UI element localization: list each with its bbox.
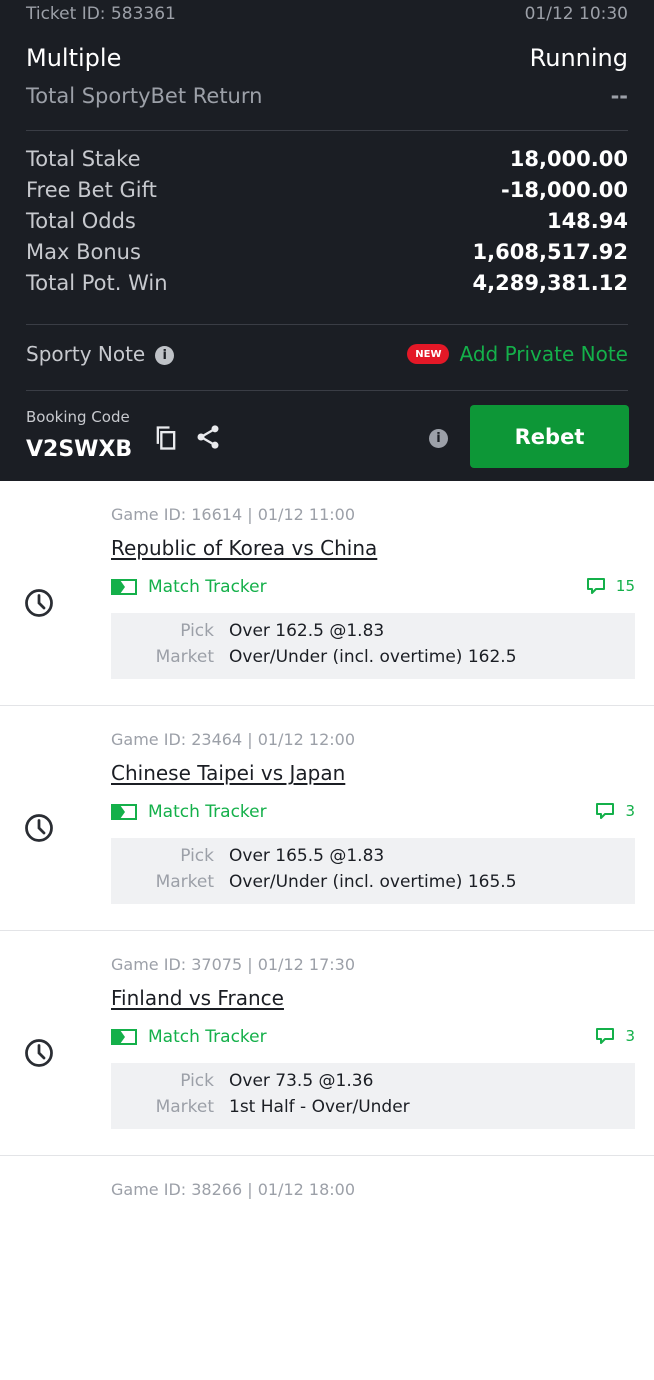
sporty-note-label: Sporty Note <box>26 342 146 366</box>
clock-icon <box>25 814 53 842</box>
summary-label: Free Bet Gift <box>26 178 157 202</box>
comments-button[interactable]: 15 <box>586 577 635 595</box>
pick-label: Pick <box>180 621 214 641</box>
market-label: Market <box>155 1097 214 1117</box>
summary-value: 148.94 <box>546 209 628 233</box>
game-card: Game ID: 38266 | 01/12 18:00 <box>0 1156 654 1380</box>
ticket-datetime: 01/12 10:30 <box>524 4 628 24</box>
game-name-link[interactable]: Chinese Taipei vs Japan <box>111 761 345 785</box>
divider <box>26 390 628 391</box>
sporty-note-title: Sporty Note i <box>26 342 175 366</box>
match-tracker-button[interactable]: Match Tracker <box>111 577 267 597</box>
comment-icon <box>586 578 605 594</box>
match-tracker-icon <box>111 579 137 595</box>
clock-icon <box>25 589 53 617</box>
summary-row: Free Bet Gift -18,000.00 <box>26 178 628 202</box>
pick-box: Pick Over 165.5 @1.83 Market Over/Under … <box>111 838 635 904</box>
market-label: Market <box>155 872 214 892</box>
return-value: -- <box>610 84 628 108</box>
pick-value: Over 165.5 @1.83 <box>229 846 385 866</box>
comment-count: 3 <box>625 802 635 820</box>
divider <box>26 324 628 325</box>
pick-box: Pick Over 73.5 @1.36 Market 1st Half - O… <box>111 1063 635 1129</box>
pick-label: Pick <box>180 1071 214 1091</box>
summary-row: Total Stake 18,000.00 <box>26 147 628 171</box>
comment-count: 15 <box>615 577 635 595</box>
comment-icon <box>596 803 615 819</box>
rebet-button[interactable]: Rebet <box>470 405 629 468</box>
pick-value: Over 73.5 @1.36 <box>229 1071 374 1091</box>
pick-box: Pick Over 162.5 @1.83 Market Over/Under … <box>111 613 635 679</box>
clock-icon <box>25 1039 53 1067</box>
summary-row: Max Bonus 1,608,517.92 <box>26 240 628 264</box>
bet-type-row: Multiple Running <box>26 44 628 72</box>
pick-label: Pick <box>180 846 214 866</box>
bet-type: Multiple <box>26 44 122 72</box>
divider <box>26 130 628 131</box>
summary-row: Total Odds 148.94 <box>26 209 628 233</box>
add-private-note-label: Add Private Note <box>459 342 628 366</box>
return-label: Total SportyBet Return <box>26 84 263 108</box>
ticket-id: Ticket ID: 583361 <box>26 4 176 24</box>
market-value: Over/Under (incl. overtime) 162.5 <box>229 647 517 667</box>
new-badge: NEW <box>407 344 450 364</box>
comments-button[interactable]: 3 <box>595 1027 635 1045</box>
game-id: Game ID: 38266 | 01/12 18:00 <box>111 1180 355 1199</box>
summary-value: 4,289,381.12 <box>472 271 628 295</box>
summary-label: Max Bonus <box>26 240 141 264</box>
game-name-link[interactable]: Finland vs France <box>111 986 284 1010</box>
comment-icon <box>596 1028 615 1044</box>
summary-label: Total Odds <box>26 209 136 233</box>
summary-label: Total Stake <box>26 147 141 171</box>
match-tracker-icon <box>111 1029 137 1045</box>
return-row: Total SportyBet Return -- <box>26 84 628 108</box>
ticket-header: Ticket ID: 583361 01/12 10:30 Multiple R… <box>0 0 654 481</box>
game-card: Game ID: 23464 | 01/12 12:00 Chinese Tai… <box>0 706 654 931</box>
match-tracker-label: Match Tracker <box>148 577 267 597</box>
share-icon[interactable] <box>194 423 222 451</box>
game-card: Game ID: 37075 | 01/12 17:30 Finland vs … <box>0 931 654 1156</box>
summary-value: 1,608,517.92 <box>472 240 628 264</box>
game-card: Game ID: 16614 | 01/12 11:00 Republic of… <box>0 481 654 706</box>
match-tracker-button[interactable]: Match Tracker <box>111 802 267 822</box>
summary-row: Total Pot. Win 4,289,381.12 <box>26 271 628 295</box>
market-value: Over/Under (incl. overtime) 165.5 <box>229 872 517 892</box>
info-icon[interactable]: i <box>155 346 175 365</box>
booking-code: V2SWXB <box>26 437 133 462</box>
summary-value: -18,000.00 <box>501 178 628 202</box>
match-tracker-icon <box>111 804 137 820</box>
comments-button[interactable]: 3 <box>595 802 635 820</box>
sporty-note-row: Sporty Note i NEW Add Private Note <box>26 342 628 366</box>
ticket-status: Running <box>529 44 628 72</box>
market-label: Market <box>155 647 214 667</box>
summary-label: Total Pot. Win <box>26 271 168 295</box>
ticket-meta-row: Ticket ID: 583361 01/12 10:30 <box>26 4 628 24</box>
match-tracker-label: Match Tracker <box>148 1027 267 1047</box>
game-name-link[interactable]: Republic of Korea vs China <box>111 536 377 560</box>
game-id: Game ID: 16614 | 01/12 11:00 <box>111 505 355 524</box>
info-icon: i <box>429 429 448 448</box>
match-tracker-button[interactable]: Match Tracker <box>111 1027 267 1047</box>
comment-count: 3 <box>625 1027 635 1045</box>
rebet-info[interactable]: i <box>429 428 448 448</box>
summary-value: 18,000.00 <box>509 147 628 171</box>
booking-code-label: Booking Code <box>26 408 130 426</box>
match-tracker-label: Match Tracker <box>148 802 267 822</box>
pick-value: Over 162.5 @1.83 <box>229 621 385 641</box>
copy-icon[interactable] <box>152 424 180 452</box>
game-id: Game ID: 23464 | 01/12 12:00 <box>111 730 355 749</box>
market-value: 1st Half - Over/Under <box>229 1097 410 1117</box>
game-id: Game ID: 37075 | 01/12 17:30 <box>111 955 355 974</box>
add-private-note-button[interactable]: NEW Add Private Note <box>407 342 628 366</box>
